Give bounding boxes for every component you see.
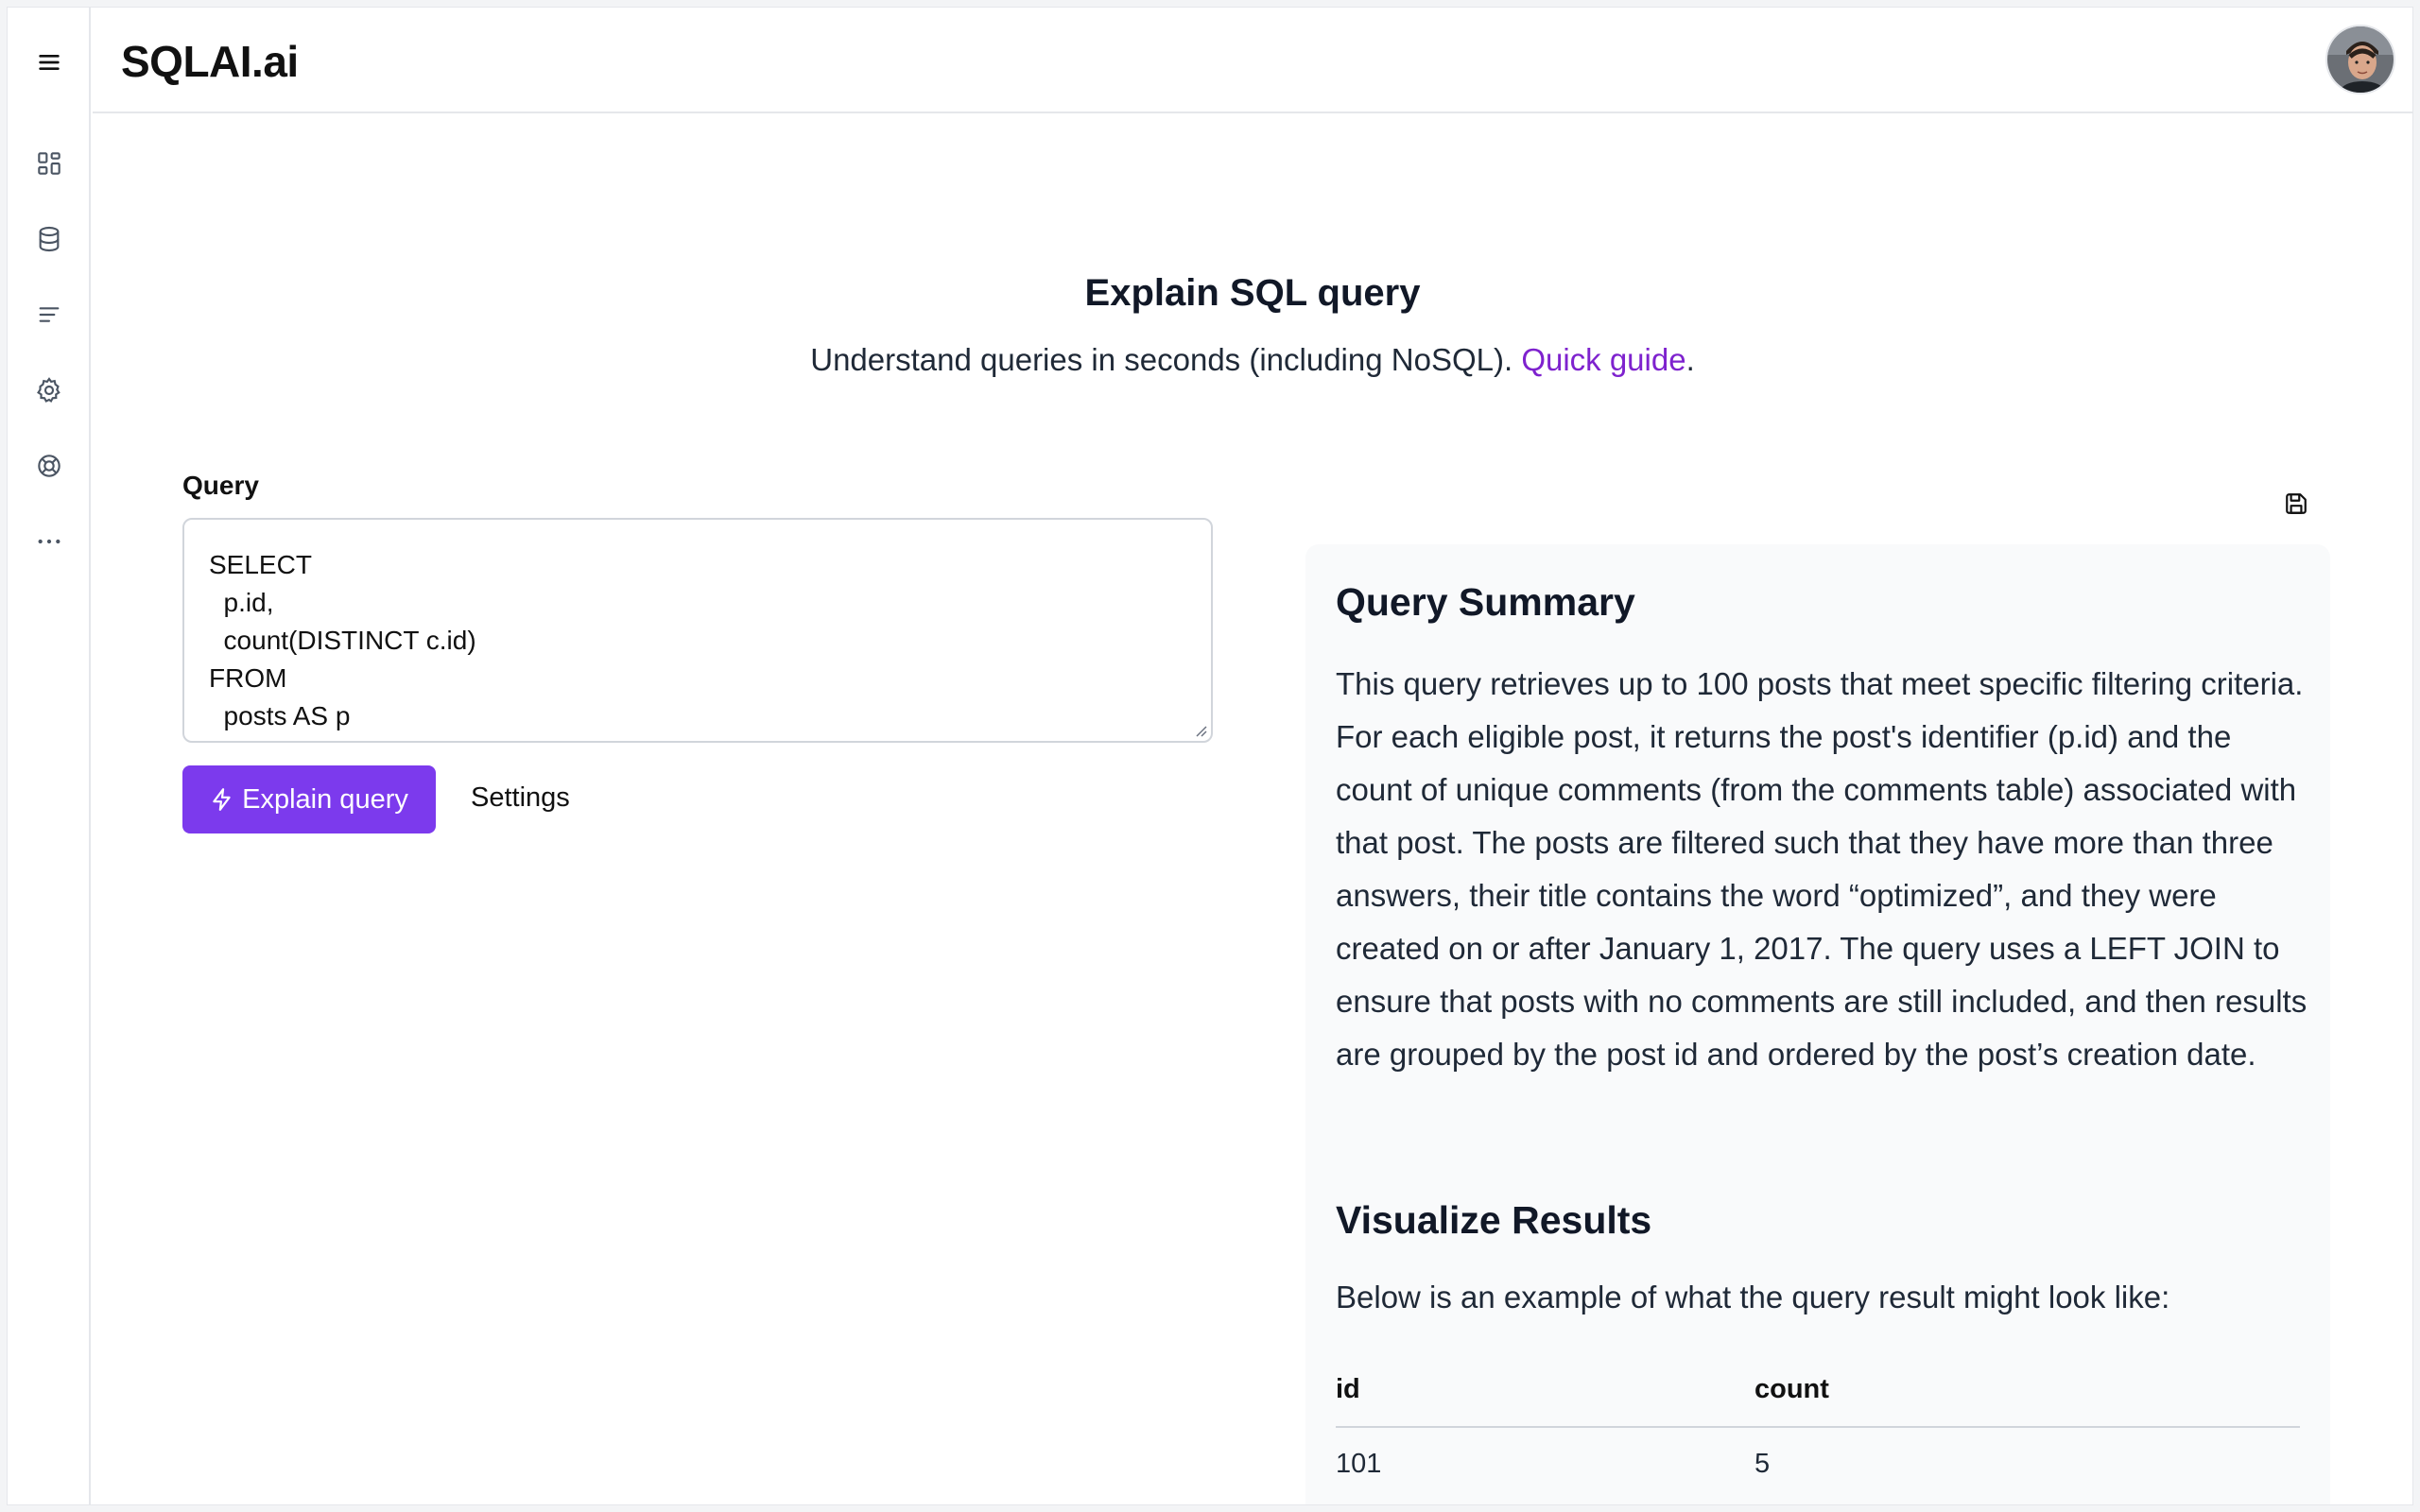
- hamburger-menu-icon[interactable]: [30, 43, 68, 81]
- ellipsis-icon[interactable]: [30, 523, 68, 560]
- query-summary-heading: Query Summary: [1336, 580, 1635, 624]
- database-icon[interactable]: [30, 220, 68, 258]
- table-cell-count: 5: [1754, 1449, 1771, 1479]
- table-header-row: id count: [1336, 1374, 2300, 1428]
- result-table: id count 101 5: [1336, 1374, 2300, 1501]
- query-summary-text: This query retrieves up to 100 posts tha…: [1336, 666, 2308, 1072]
- dashboard-grid-icon[interactable]: [30, 145, 68, 182]
- table-row: 101 5: [1336, 1427, 2300, 1501]
- query-label: Query: [182, 471, 259, 500]
- sidebar: [8, 8, 91, 1504]
- quick-guide-link[interactable]: Quick guide: [1521, 342, 1685, 377]
- visualize-results-text: Below is an example of what the query re…: [1336, 1280, 2170, 1314]
- explanation-panel: Query Summary This query retrieves up to…: [1305, 544, 2330, 1504]
- settings-button[interactable]: Settings: [471, 782, 570, 814]
- subtitle-text: Understand queries in seconds (including…: [810, 342, 1522, 377]
- save-icon[interactable]: [2284, 491, 2308, 516]
- visualize-results-heading: Visualize Results: [1336, 1198, 1652, 1242]
- table-cell-id: 101: [1336, 1449, 1382, 1479]
- query-code: SELECT p.id, count(DISTINCT c.id) FROM p…: [209, 550, 769, 741]
- resize-handle-icon[interactable]: [1192, 722, 1207, 737]
- explain-query-label: Explain query: [242, 783, 408, 815]
- lifebuoy-icon[interactable]: [30, 447, 68, 485]
- brand-logo[interactable]: SQLAI.ai: [121, 36, 299, 87]
- page-title: Explain SQL query: [1084, 272, 1421, 314]
- gear-icon[interactable]: [30, 371, 68, 409]
- column-header-count: count: [1754, 1374, 2300, 1428]
- query-textarea[interactable]: SELECT p.id, count(DISTINCT c.id) FROM p…: [182, 518, 1213, 743]
- column-header-id: id: [1336, 1374, 1754, 1428]
- page-subtitle: Understand queries in seconds (including…: [93, 342, 2412, 378]
- lightning-icon: [213, 788, 231, 811]
- text-lines-icon[interactable]: [30, 296, 68, 334]
- app-window: SQLAI.ai Explain SQL query Understand qu…: [7, 7, 2413, 1505]
- subtitle-suffix: .: [1685, 342, 1695, 377]
- top-header: SQLAI.ai: [93, 8, 2412, 113]
- avatar[interactable]: [2325, 25, 2395, 94]
- explain-query-button[interactable]: Explain query: [182, 765, 436, 833]
